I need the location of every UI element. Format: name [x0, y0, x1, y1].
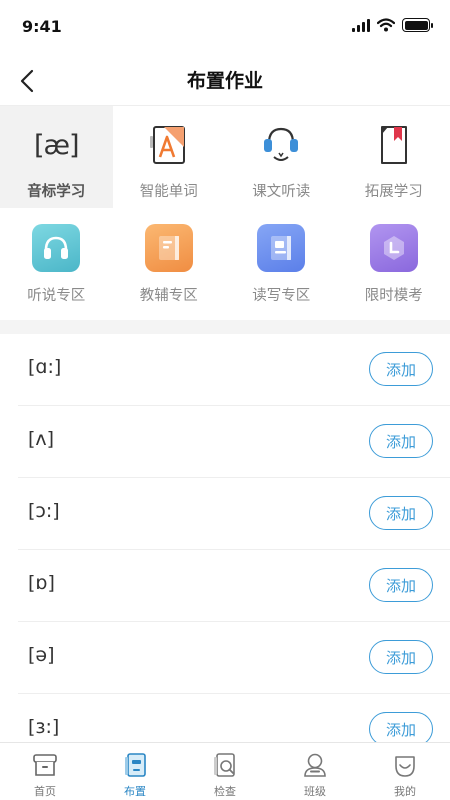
tab-check[interactable]: 检查 — [180, 743, 270, 800]
phonetic-symbol: [ɑ:] — [28, 356, 62, 378]
tab-label: 班级 — [304, 785, 326, 798]
category-timed-exam[interactable]: 限时模考 — [338, 208, 450, 320]
ipa-icon: [æ] — [31, 120, 81, 170]
category-listening-speaking[interactable]: 听说专区 — [0, 208, 113, 320]
textbook-icon — [144, 224, 193, 272]
wifi-icon — [377, 18, 395, 32]
bottom-tab-bar: 首页 布置 检查 班级 我的 — [0, 742, 450, 800]
category-label: 听说专区 — [27, 288, 86, 304]
add-button[interactable]: 添加 — [369, 352, 433, 386]
category-label: 教辅专区 — [139, 288, 198, 304]
phonetic-symbol: [ɔ:] — [28, 500, 60, 522]
add-button[interactable]: 添加 — [369, 568, 433, 602]
add-button[interactable]: 添加 — [369, 424, 433, 458]
status-icons — [352, 18, 433, 32]
battery-icon — [402, 18, 433, 32]
list-item: [ɑ:] 添加 — [18, 334, 450, 406]
category-label: 智能单词 — [139, 184, 198, 200]
page-title: 布置作业 — [186, 70, 263, 92]
list-item: [ɒ] 添加 — [18, 550, 450, 622]
category-label: 限时模考 — [364, 288, 423, 304]
category-reading-writing[interactable]: 读写专区 — [225, 208, 338, 320]
status-bar: 9:41 — [0, 0, 450, 54]
add-button[interactable]: 添加 — [369, 712, 433, 742]
list-item: [ɔ:] 添加 — [18, 478, 450, 550]
list-item: [ʌ] 添加 — [18, 406, 450, 478]
category-row-primary: [æ] 音标学习 智能单词 课文听读 拓展学习 — [0, 106, 450, 208]
category-teaching-aids[interactable]: 教辅专区 — [113, 208, 226, 320]
phonetic-symbol: [ɒ] — [28, 572, 55, 594]
class-icon — [300, 750, 330, 780]
category-label: 音标学习 — [27, 184, 86, 200]
category-ipa[interactable]: [æ] 音标学习 — [0, 106, 113, 208]
word-book-icon — [144, 120, 194, 170]
tab-profile[interactable]: 我的 — [360, 743, 450, 800]
category-label: 读写专区 — [252, 288, 311, 304]
status-time: 9:41 — [22, 17, 62, 36]
cellular-signal-icon — [352, 18, 370, 32]
list-item: [ə] 添加 — [18, 622, 450, 694]
list-item: [ɜ:] 添加 — [18, 694, 450, 742]
section-divider — [0, 320, 450, 334]
add-button[interactable]: 添加 — [369, 640, 433, 674]
bookmark-book-icon — [369, 120, 419, 170]
tab-label: 检查 — [214, 785, 236, 798]
category-label: 课文听读 — [252, 184, 311, 200]
tab-assign[interactable]: 布置 — [90, 743, 180, 800]
category-row-secondary: 听说专区 教辅专区 读写专区 限时模考 — [0, 208, 450, 320]
tab-label: 我的 — [394, 785, 416, 798]
tab-label: 首页 — [34, 785, 56, 798]
category-smart-words[interactable]: 智能单词 — [113, 106, 226, 208]
tab-home[interactable]: 首页 — [0, 743, 90, 800]
phonetic-symbol: [ʌ] — [28, 428, 55, 450]
headset-icon — [256, 120, 306, 170]
phonetic-symbol: [ɜ:] — [28, 716, 60, 738]
category-text-listening[interactable]: 课文听读 — [225, 106, 338, 208]
phonetic-symbol: [ə] — [28, 644, 55, 666]
tab-class[interactable]: 班级 — [270, 743, 360, 800]
home-icon — [30, 750, 60, 780]
notebook-icon — [257, 224, 306, 272]
add-button[interactable]: 添加 — [369, 496, 433, 530]
profile-icon — [390, 750, 420, 780]
nav-bar: 布置作业 — [0, 54, 450, 106]
headphones-icon — [32, 224, 81, 272]
phonetic-list: [ɑ:] 添加 [ʌ] 添加 [ɔ:] 添加 [ɒ] 添加 [ə] 添加 [ɜ:… — [0, 334, 450, 742]
timer-icon — [369, 224, 418, 272]
category-label: 拓展学习 — [364, 184, 423, 200]
assign-icon — [120, 750, 150, 780]
check-icon — [210, 750, 240, 780]
ipa-glyph: [æ] — [33, 129, 80, 161]
category-extended-learning[interactable]: 拓展学习 — [338, 106, 450, 208]
tab-label: 布置 — [124, 785, 146, 798]
